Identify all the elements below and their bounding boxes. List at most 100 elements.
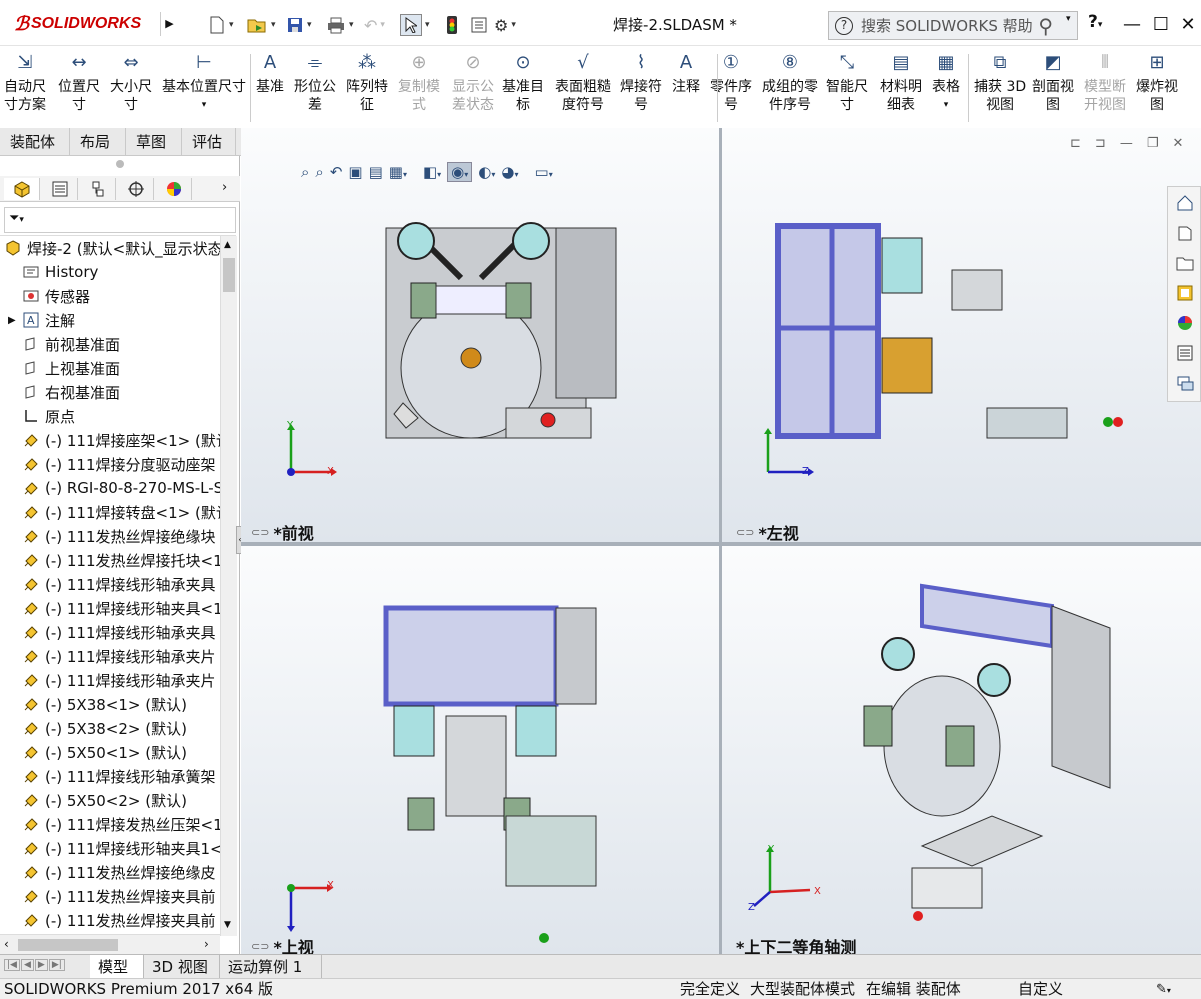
ribbon-button-7[interactable]: ⁂ 阵列特征 [346, 52, 388, 114]
quick-tips-icon[interactable]: ✎▾ [1156, 979, 1171, 999]
ribbon-button-20[interactable]: ◩ 剖面视图 [1032, 52, 1074, 114]
tree-item-component[interactable]: (-) 111焊接线形轴承夹片 [8, 668, 220, 692]
isometric-view-model[interactable] [862, 576, 1122, 926]
ribbon-dropdown-arrow-icon[interactable]: ▾ [944, 96, 949, 114]
help-button[interactable]: ?▾ [1088, 12, 1102, 32]
feature-tree-tab-icon[interactable] [4, 178, 40, 200]
tab-3[interactable]: 草图 [126, 128, 182, 156]
panel-grip-icon[interactable] [116, 160, 124, 168]
view-settings-icon[interactable]: ▭▾ [535, 163, 553, 181]
last-tab-icon[interactable]: ▶| [48, 959, 65, 971]
tree-item-component[interactable]: (-) 111发热丝焊接夹具前 [8, 884, 220, 908]
first-tab-icon[interactable]: |◀ [4, 959, 20, 971]
zoom-to-area-icon[interactable]: ⌕ [315, 163, 323, 181]
viewport-close-icon[interactable]: ✕ [1172, 136, 1183, 151]
custom-properties-icon[interactable] [1173, 341, 1197, 365]
help-search-box[interactable]: ? 搜索 SOLIDWORKS 帮助 ⚲ [828, 11, 1078, 40]
tree-item-component[interactable]: (-) 111焊接分度驱动座架 [8, 452, 220, 476]
expand-arrow-icon[interactable]: ▶ [8, 315, 22, 326]
tree-item-component[interactable]: (-) 111焊接线形轴承夹片 [8, 644, 220, 668]
minimize-icon[interactable]: — [1118, 12, 1146, 38]
tree-item-component[interactable]: (-) 5X50<2> (默认) [8, 788, 220, 812]
vertical-splitter[interactable] [719, 128, 722, 954]
open-document-icon[interactable]: ▾ [246, 12, 276, 38]
viewport-minimize-icon[interactable]: — [1120, 136, 1133, 151]
bottom-tab-2[interactable]: 3D 视图 [144, 955, 220, 979]
edit-appearance-icon[interactable]: ◐▾ [478, 163, 495, 181]
hscroll-thumb[interactable] [18, 939, 118, 951]
horizontal-splitter[interactable] [241, 542, 1201, 546]
ribbon-dropdown-arrow-icon[interactable]: ▾ [202, 96, 207, 114]
tabs-scroll-right-icon[interactable]: › [222, 180, 227, 195]
file-explorer-icon[interactable] [1173, 251, 1197, 275]
tree-item-component[interactable]: (-) 111焊接线形轴夹具<1 [8, 596, 220, 620]
viewport-restore-icon[interactable]: ❐ [1147, 136, 1159, 151]
property-manager-tab-icon[interactable] [42, 178, 78, 200]
view-orientation-icon[interactable]: ▦▾ [389, 163, 407, 181]
tab-4[interactable]: 评估 [182, 128, 236, 156]
ribbon-button-12[interactable]: ⌇ 焊接符号 [620, 52, 662, 114]
solidworks-logo[interactable]: ℬ SOLIDWORKS [14, 12, 141, 36]
link-chain-icon[interactable]: ⊂⊃ [736, 526, 754, 539]
search-dropdown-arrow-icon[interactable]: ▾ [1066, 14, 1071, 24]
scroll-right-arrow-icon[interactable]: › [204, 937, 209, 951]
tree-item-plane[interactable]: 右视基准面 [8, 380, 220, 404]
ribbon-button-11[interactable]: √ 表面粗糙 度符号 [555, 52, 611, 114]
viewport-isometric[interactable]: Y X Z *上下二等角轴测 [722, 546, 1201, 954]
link-chain-icon[interactable]: ⊂⊃ [251, 526, 269, 539]
viewport-next-icon[interactable]: ⊐ [1095, 136, 1106, 151]
viewport-top[interactable]: X ⊂⊃ *上视 [241, 546, 719, 954]
tree-item-history[interactable]: History [8, 260, 220, 284]
print-icon[interactable]: ▾ [326, 12, 354, 38]
tab-1[interactable]: 装配体 [0, 128, 70, 156]
tree-item-component[interactable]: (-) 5X38<1> (默认) [8, 692, 220, 716]
solidworks-resources-home-icon[interactable] [1173, 191, 1197, 215]
appearances-scenes-icon[interactable] [1173, 311, 1197, 335]
bottom-tab-3[interactable]: 运动算例 1 [220, 955, 322, 979]
tree-item-origin[interactable]: 原点 [8, 404, 220, 428]
viewport-prev-icon[interactable]: ⊏ [1070, 136, 1081, 151]
file-properties-icon[interactable] [470, 12, 488, 38]
dynamic-annotation-icon[interactable]: ▤ [369, 163, 383, 181]
viewport-front[interactable]: ⌕ ⌕ ↶ ▣ ▤ ▦▾ ◧▾ ◉▾ ◐▾ ◕▾ ▭▾ Y X ⊂⊃ *前视 [241, 128, 719, 542]
tree-item-component[interactable]: (-) 111焊接线形轴承簧架 [8, 764, 220, 788]
top-view-model[interactable] [376, 576, 606, 946]
tree-item-component[interactable]: (-) 111焊接座架<1> (默认 [8, 428, 220, 452]
scroll-left-arrow-icon[interactable]: ‹ [4, 937, 9, 951]
link-chain-icon[interactable]: ⊂⊃ [251, 940, 269, 953]
status-units-custom[interactable]: 自定义 [1018, 979, 1063, 999]
tree-item-component[interactable]: (-) 111发热丝焊接绝缘皮 [8, 860, 220, 884]
tree-vertical-scrollbar[interactable]: ▲ ▼ [220, 236, 237, 936]
tree-item-component[interactable]: (-) 111焊接线形轴承夹具 [8, 620, 220, 644]
tree-item-component[interactable]: (-) 111发热丝焊接绝缘块 [8, 524, 220, 548]
scroll-up-arrow-icon[interactable]: ▲ [224, 240, 231, 250]
view-palette-icon[interactable] [1173, 281, 1197, 305]
tree-item-component[interactable]: (-) 111焊接发热丝压架<1 [8, 812, 220, 836]
tree-root-assembly[interactable]: 焊接-2 (默认<默认_显示状态 [4, 236, 220, 260]
ribbon-button-2[interactable]: ↔ 位置尺寸 [58, 52, 100, 114]
next-tab-icon[interactable]: ▶ [34, 959, 48, 971]
tree-item-plane[interactable]: 前视基准面 [8, 332, 220, 356]
viewport-left[interactable]: ⊏ ⊐ — ❐ ✕ Z ⊂⊃ *左视 [722, 128, 1201, 542]
filter-funnel-icon[interactable]: ⏷▾ [9, 211, 24, 226]
tree-item-annotation[interactable]: ▶ A 注解 [8, 308, 220, 332]
bottom-tab-1[interactable]: 模型 [90, 955, 144, 979]
status-mode[interactable]: 大型装配体模式 [750, 979, 855, 999]
close-icon[interactable]: ✕ [1174, 12, 1201, 38]
tree-item-component[interactable]: (-) 5X50<1> (默认) [8, 740, 220, 764]
ribbon-button-5[interactable]: A 基准 [256, 52, 284, 96]
left-view-model[interactable] [762, 208, 1132, 448]
tree-item-component[interactable]: (-) RGI-80-8-270-MS-L-S [8, 476, 220, 500]
ribbon-button-17[interactable]: ▤ 材料明 细表 [880, 52, 922, 114]
undo-icon[interactable]: ↶ ▾ [364, 12, 385, 38]
options-gear-icon[interactable]: ⚙ ▾ [494, 12, 516, 38]
menu-expand-arrow-icon[interactable]: ▶ [160, 12, 178, 36]
maximize-icon[interactable]: ☐ [1147, 12, 1175, 38]
ribbon-button-19[interactable]: ⧉ 捕获 3D 视图 [974, 52, 1026, 114]
search-icon[interactable]: ⚲ [1038, 14, 1053, 38]
tree-item-sensor[interactable]: 传感器 [8, 284, 220, 308]
tree-item-component[interactable]: (-) 5X38<2> (默认) [8, 716, 220, 740]
tree-item-component[interactable]: (-) 111发热丝焊接托块<1 [8, 548, 220, 572]
tree-item-component[interactable]: (-) 111焊接线形轴夹具1< [8, 836, 220, 860]
ribbon-button-1[interactable]: ⇲ 自动尺 寸方案 [4, 52, 46, 114]
